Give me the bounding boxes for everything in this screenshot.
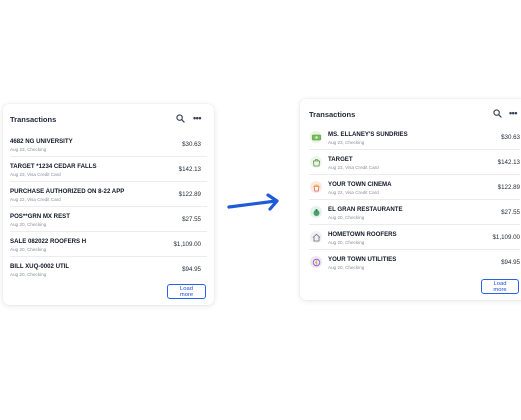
merchant-name: YOUR TOWN CINEMA	[328, 181, 392, 188]
transactions-card-before: Transactions ••• 4682 NG UNIVERSITY Aug …	[3, 104, 214, 305]
transaction-row[interactable]: MS. ELLANEY'S SUNDRIES Aug 23, Checking …	[309, 125, 520, 150]
transaction-date-account: Aug 23, Checking	[10, 147, 47, 152]
transaction-row[interactable]: POS**GRN MX REST Aug 20, Checking $27.55	[10, 207, 207, 232]
transaction-row[interactable]: 4682 NG UNIVERSITY Aug 23, Checking $30.…	[10, 132, 207, 157]
load-more-button[interactable]: Load more	[481, 279, 519, 294]
merchant-name: PURCHASE AUTHORIZED ON 8-22 APP	[10, 188, 125, 195]
transaction-amount: $122.89	[178, 191, 201, 198]
merchant-name: TARGET	[328, 156, 353, 163]
popcorn-icon	[310, 181, 322, 193]
card-header: Transactions •••	[300, 99, 521, 127]
transaction-amount: $122.89	[497, 184, 520, 191]
transaction-date-account: Aug 22, Visa Credit Card	[328, 190, 379, 195]
transaction-date-account: Aug 23, Visa Credit Card	[328, 165, 379, 170]
more-options-icon[interactable]: •••	[507, 107, 519, 119]
transaction-date-account: Aug 20, Checking	[328, 215, 365, 220]
transaction-amount: $30.63	[182, 141, 201, 148]
cash-icon	[310, 131, 322, 143]
card-title: Transactions	[309, 110, 356, 119]
transaction-amount: $94.95	[501, 259, 520, 266]
transactions-card-after: Transactions ••• MS. ELLANEY'S SUNDRIES …	[300, 99, 521, 300]
transaction-row[interactable]: BILL XUQ-0002 UTIL Aug 20, Checking $94.…	[10, 257, 207, 282]
transaction-amount: $142.13	[178, 166, 201, 173]
transaction-amount: $30.63	[501, 134, 520, 141]
utilities-icon	[310, 256, 322, 268]
load-more-button[interactable]: Load more	[167, 284, 206, 299]
merchant-name: HOMETOWN ROOFERS	[328, 231, 397, 238]
shopping-bag-icon	[310, 156, 322, 168]
transaction-amount: $1,109.00	[173, 241, 201, 248]
arrow-right-icon	[227, 193, 279, 211]
transaction-row[interactable]: TARGET Aug 23, Visa Credit Card $142.13	[309, 150, 520, 175]
merchant-name: BILL XUQ-0002 UTIL	[10, 263, 70, 270]
merchant-name: TARGET *1234 CEDAR FALLS	[10, 163, 97, 170]
transaction-amount: $27.55	[182, 216, 201, 223]
transaction-date-account: Aug 22, Visa Credit Card	[10, 197, 61, 202]
merchant-name: POS**GRN MX REST	[10, 213, 70, 220]
transaction-row[interactable]: SALE 082022 ROOFERS H Aug 20, Checking $…	[10, 232, 207, 257]
transaction-date-account: Aug 20, Checking	[10, 272, 47, 277]
transaction-list: MS. ELLANEY'S SUNDRIES Aug 23, Checking …	[300, 125, 521, 275]
transaction-amount: $27.55	[501, 209, 520, 216]
merchant-name: EL GRAN RESTAURANTE	[328, 206, 403, 213]
merchant-name: MS. ELLANEY'S SUNDRIES	[328, 131, 408, 138]
transaction-row[interactable]: EL GRAN RESTAURANTE Aug 20, Checking $27…	[309, 200, 520, 225]
card-title: Transactions	[10, 115, 57, 124]
transaction-amount: $142.13	[497, 159, 520, 166]
transaction-row[interactable]: HOMETOWN ROOFERS Aug 20, Checking $1,109…	[309, 225, 520, 250]
restaurant-icon	[310, 206, 322, 218]
transaction-date-account: Aug 20, Checking	[10, 222, 47, 227]
search-icon[interactable]	[491, 107, 503, 119]
transaction-amount: $94.95	[182, 266, 201, 273]
transaction-date-account: Aug 20, Checking	[328, 265, 365, 270]
merchant-name: YOUR TOWN UTILITIES	[328, 256, 397, 263]
transaction-row[interactable]: YOUR TOWN CINEMA Aug 22, Visa Credit Car…	[309, 175, 520, 200]
transaction-amount: $1,109.00	[492, 234, 520, 241]
merchant-name: 4682 NG UNIVERSITY	[10, 138, 73, 145]
transaction-date-account: Aug 23, Checking	[328, 140, 365, 145]
transaction-date-account: Aug 20, Checking	[328, 240, 365, 245]
transaction-row[interactable]: TARGET *1234 CEDAR FALLS Aug 23, Visa Cr…	[10, 157, 207, 182]
transaction-date-account: Aug 23, Visa Credit Card	[10, 172, 61, 177]
search-icon[interactable]	[174, 112, 186, 124]
house-icon	[310, 231, 322, 243]
card-header: Transactions •••	[3, 104, 214, 132]
transaction-list: 4682 NG UNIVERSITY Aug 23, Checking $30.…	[3, 132, 214, 282]
transaction-date-account: Aug 20, Checking	[10, 247, 47, 252]
more-options-icon[interactable]: •••	[191, 112, 203, 124]
transaction-row[interactable]: YOUR TOWN UTILITIES Aug 20, Checking $94…	[309, 250, 520, 275]
merchant-name: SALE 082022 ROOFERS H	[10, 238, 87, 245]
transaction-row[interactable]: PURCHASE AUTHORIZED ON 8-22 APP Aug 22, …	[10, 182, 207, 207]
